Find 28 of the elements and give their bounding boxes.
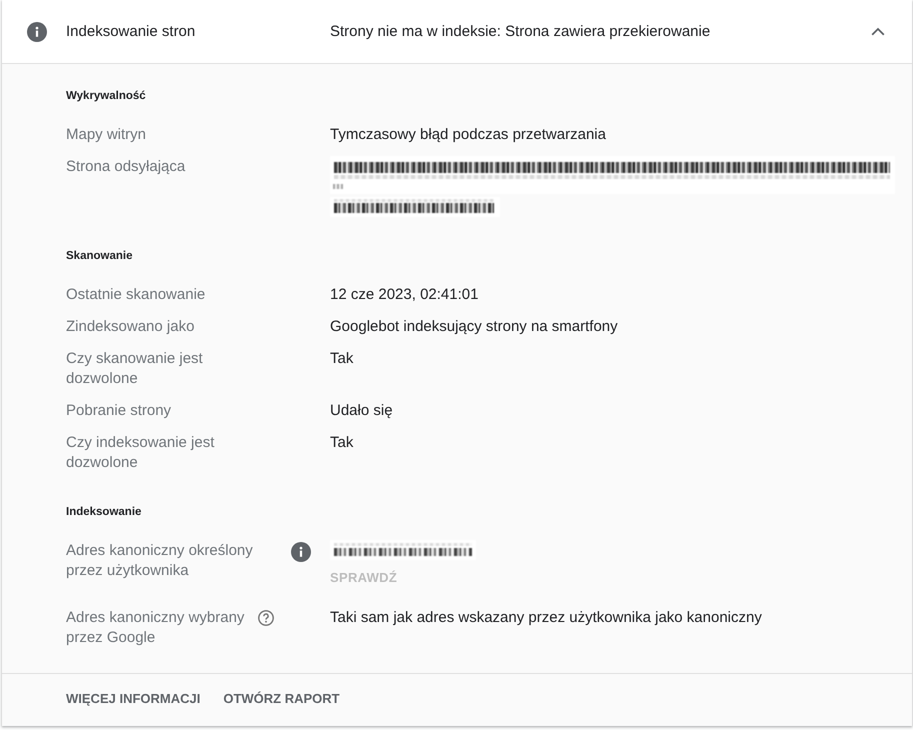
field-label: Pobranie strony	[66, 401, 172, 421]
field-label: Czy skanowanie jest dozwolone	[66, 349, 204, 389]
section-heading: Indeksowanie	[66, 505, 142, 520]
field-label: Czy indeksowanie jest dozwolone	[66, 433, 216, 473]
field-label: Adres kanoniczny wybrany przez Google	[66, 608, 246, 648]
field-value: Tak	[330, 433, 354, 453]
panel-header[interactable]: Indeksowanie stron Strony nie ma w indeksie: Strona zawiera przekierowanie	[2, 0, 912, 64]
info-icon	[27, 22, 47, 42]
field-value: Googlebot indeksujący strony na smartfony	[330, 317, 618, 337]
section-heading: Wykrywalność	[66, 89, 146, 104]
footer-action-button[interactable]: OTWÓRZ RAPORT	[215, 683, 348, 715]
chevron-icon[interactable]	[871, 27, 885, 36]
help-icon[interactable]	[258, 610, 274, 626]
panel-title: Indeksowanie stron	[66, 22, 196, 42]
field-value: 12 cze 2023, 02:41:01	[330, 285, 478, 305]
info-icon[interactable]	[291, 542, 311, 562]
field-value: Taki sam jak adres wskazany przez użytkownika jako kanoniczny	[330, 608, 762, 628]
field-value: Udało się	[330, 401, 393, 421]
footer-action-button[interactable]: WIĘCEJ INFORMACJI	[58, 683, 208, 715]
field-label: Zindeksowano jako	[66, 317, 194, 337]
field-label: Strona odsyłająca	[66, 157, 186, 177]
field-label: Adres kanoniczny określony przez użytkownika	[66, 541, 254, 581]
field-label: Mapy witryn	[66, 125, 146, 145]
field-label: Ostatnie skanowanie	[66, 285, 206, 305]
field-value: Tak	[330, 349, 354, 369]
index-status: Strony nie ma w indeksie: Strona zawiera przekierowanie	[330, 22, 710, 42]
field-value: Tymczasowy błąd podczas przetwarzania	[330, 125, 606, 145]
section-heading: Skanowanie	[66, 249, 132, 264]
